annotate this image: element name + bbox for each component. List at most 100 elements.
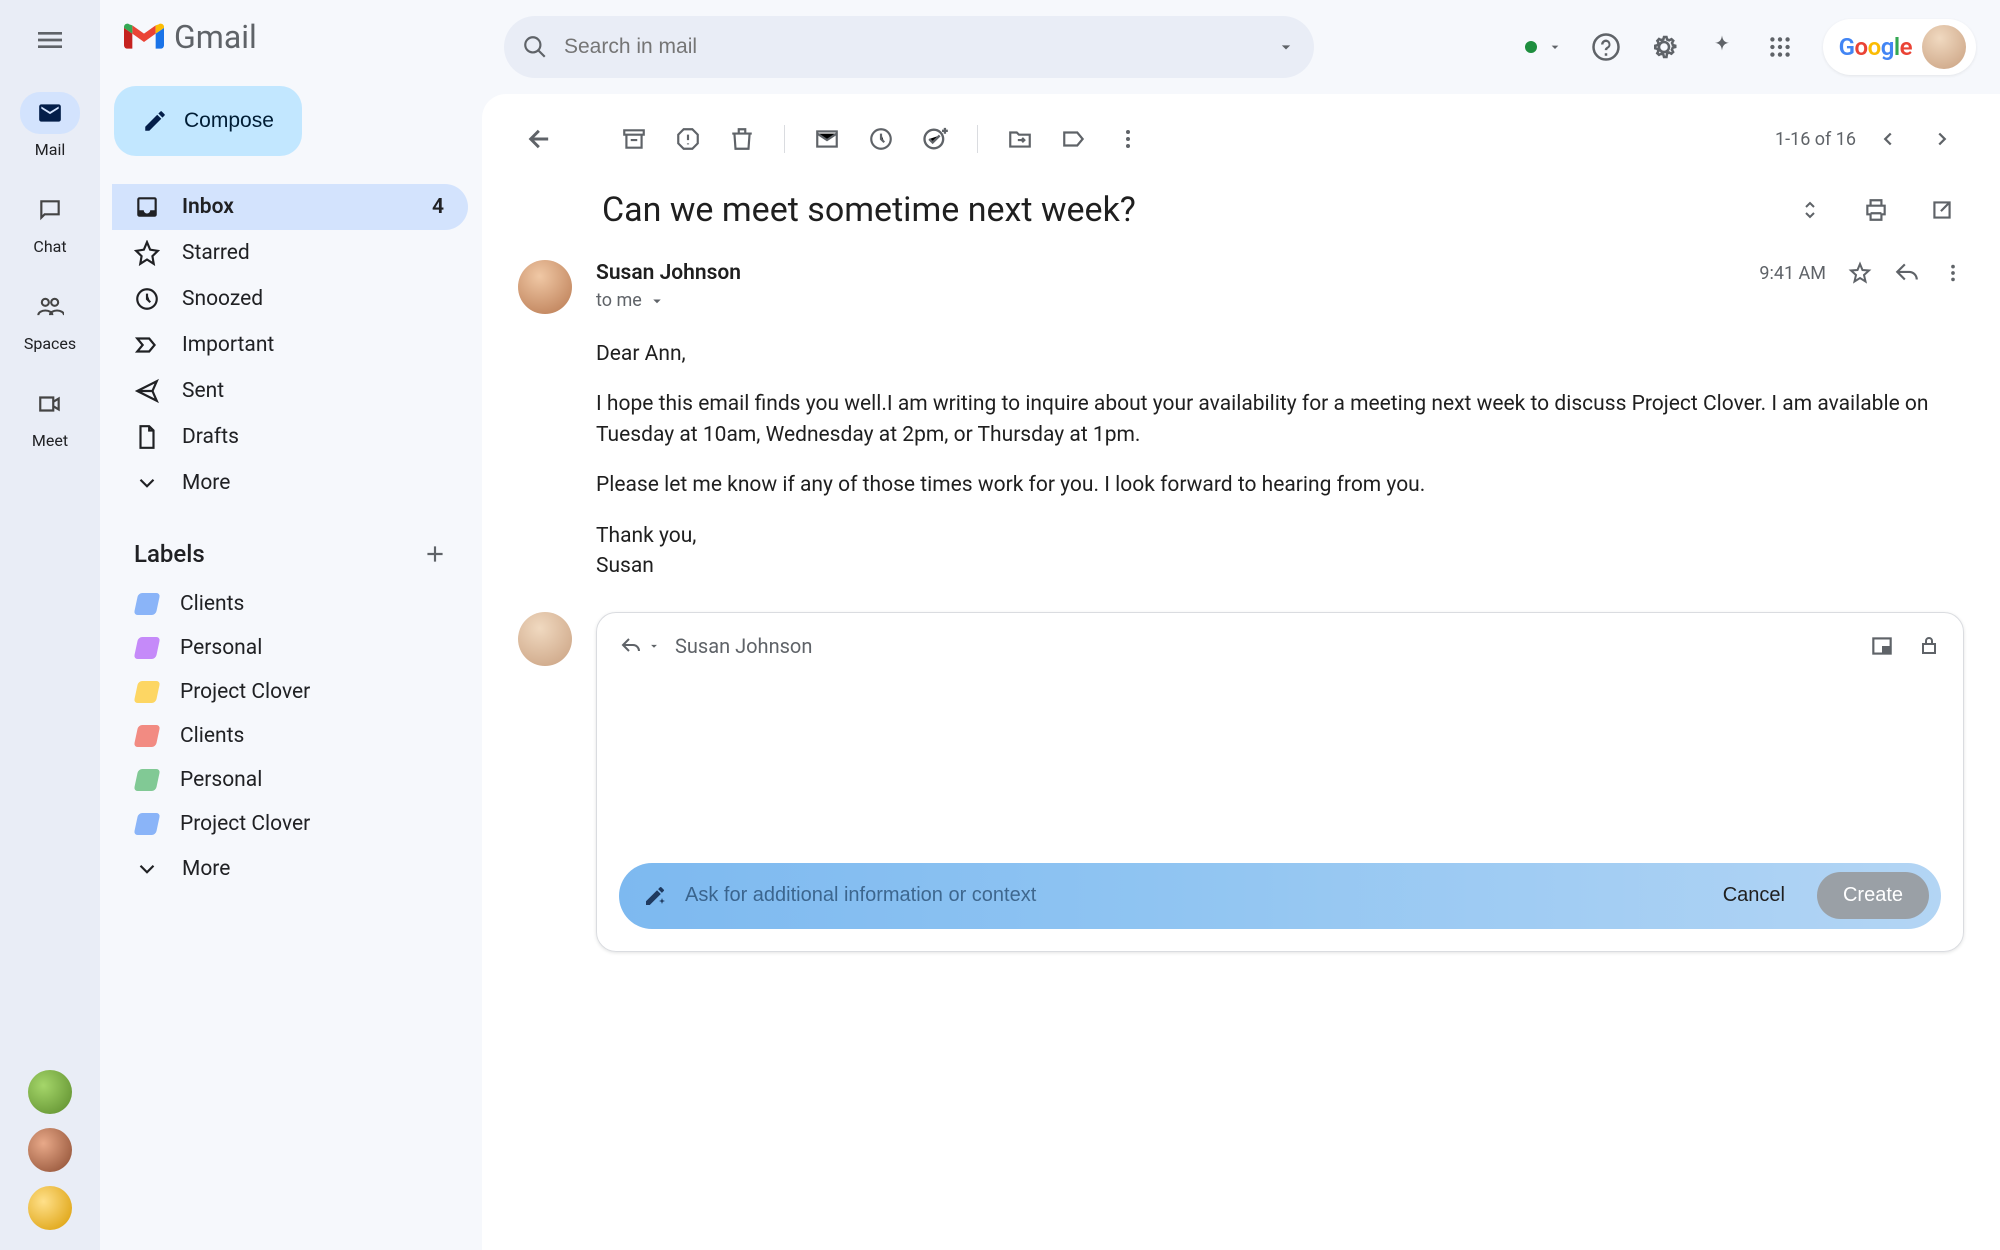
back-button[interactable] bbox=[518, 117, 562, 161]
sidebar-item-starred[interactable]: Starred bbox=[112, 230, 468, 276]
label-item[interactable]: Personal bbox=[112, 626, 468, 670]
label-tag-icon bbox=[134, 681, 161, 703]
clock-icon bbox=[134, 286, 160, 312]
drafts-icon bbox=[134, 424, 160, 450]
search-bar[interactable] bbox=[504, 16, 1314, 78]
rail-item-chat[interactable]: Chat bbox=[20, 189, 80, 256]
main-menu-icon[interactable] bbox=[34, 24, 66, 56]
label-button[interactable] bbox=[1052, 117, 1096, 161]
chat-avatar[interactable] bbox=[28, 1186, 72, 1230]
rail-item-spaces[interactable]: Spaces bbox=[20, 286, 80, 353]
archive-button[interactable] bbox=[612, 117, 656, 161]
star-button[interactable] bbox=[1848, 261, 1872, 285]
expand-button[interactable] bbox=[1788, 188, 1832, 232]
mark-unread-button[interactable] bbox=[805, 117, 849, 161]
apps-button[interactable] bbox=[1765, 32, 1795, 62]
labels-header: Labels bbox=[134, 540, 205, 568]
sidebar-item-inbox[interactable]: Inbox 4 bbox=[112, 184, 468, 230]
add-task-button[interactable] bbox=[913, 117, 957, 161]
chevron-down-icon bbox=[134, 470, 160, 496]
sender-name: Susan Johnson bbox=[596, 261, 741, 285]
prev-page-button[interactable] bbox=[1866, 117, 1910, 161]
rail-item-meet[interactable]: Meet bbox=[20, 383, 80, 450]
sender-avatar[interactable] bbox=[518, 260, 572, 314]
message-more-button[interactable] bbox=[1942, 262, 1964, 284]
label-tag-icon bbox=[134, 769, 161, 791]
nav-label: Inbox bbox=[182, 195, 234, 219]
label-item[interactable]: Personal bbox=[112, 758, 468, 802]
important-icon bbox=[134, 332, 160, 358]
search-icon bbox=[522, 34, 548, 60]
magic-pencil-icon bbox=[643, 884, 667, 908]
pagination-info: 1-16 of 16 bbox=[1775, 129, 1856, 150]
email-subject: Can we meet sometime next week? bbox=[602, 190, 1788, 230]
spam-button[interactable] bbox=[666, 117, 710, 161]
sidebar-item-sent[interactable]: Sent bbox=[112, 368, 468, 414]
arrow-left-icon bbox=[526, 125, 554, 153]
chevron-down-icon bbox=[648, 292, 666, 310]
user-avatar[interactable] bbox=[1922, 25, 1966, 69]
add-label-button[interactable] bbox=[422, 541, 448, 567]
support-button[interactable] bbox=[1591, 32, 1621, 62]
plus-icon bbox=[422, 541, 448, 567]
rail-label: Chat bbox=[33, 237, 66, 256]
ai-prompt-input[interactable] bbox=[685, 884, 1691, 907]
sent-icon bbox=[134, 378, 160, 404]
my-avatar[interactable] bbox=[518, 612, 572, 666]
popout-reply-button[interactable] bbox=[1869, 633, 1895, 659]
rail-item-mail[interactable]: Mail bbox=[20, 92, 80, 159]
sidebar-item-drafts[interactable]: Drafts bbox=[112, 414, 468, 460]
compose-button[interactable]: Compose bbox=[114, 86, 302, 156]
reply-icon bbox=[619, 634, 643, 658]
label-item[interactable]: Clients bbox=[112, 582, 468, 626]
label-tag-icon bbox=[134, 637, 161, 659]
snooze-button[interactable] bbox=[859, 117, 903, 161]
sidebar-item-important[interactable]: Important bbox=[112, 322, 468, 368]
label-item[interactable]: Project Clover bbox=[112, 802, 468, 846]
gemini-button[interactable] bbox=[1707, 32, 1737, 62]
account-chip[interactable]: Google bbox=[1823, 19, 1976, 75]
window-icon bbox=[1869, 633, 1895, 659]
inbox-icon bbox=[134, 194, 160, 220]
label-item[interactable]: Clients bbox=[112, 714, 468, 758]
label-item[interactable]: Project Clover bbox=[112, 670, 468, 714]
status-indicator[interactable] bbox=[1525, 39, 1563, 55]
nav-label: Starred bbox=[182, 241, 250, 265]
label-tag-icon bbox=[134, 593, 161, 615]
ai-cancel-button[interactable]: Cancel bbox=[1709, 884, 1799, 907]
sidebar-item-more[interactable]: More bbox=[112, 460, 468, 506]
reply-composer: Susan Johnson Cancel Create bbox=[596, 612, 1964, 952]
gmail-logo[interactable]: Gmail bbox=[112, 18, 468, 56]
message-body: Dear Ann, I hope this email finds you we… bbox=[596, 339, 1964, 582]
gmail-logo-icon bbox=[124, 21, 164, 53]
chevron-down-icon bbox=[1547, 39, 1563, 55]
pencil-icon bbox=[142, 108, 168, 134]
inbox-count: 4 bbox=[432, 195, 444, 219]
print-button[interactable] bbox=[1854, 188, 1898, 232]
label-name: Clients bbox=[180, 592, 244, 616]
next-page-button[interactable] bbox=[1920, 117, 1964, 161]
print-icon bbox=[1863, 197, 1889, 223]
chat-avatar[interactable] bbox=[28, 1128, 72, 1172]
chat-avatar[interactable] bbox=[28, 1070, 72, 1114]
more-button[interactable] bbox=[1106, 117, 1150, 161]
clock-icon bbox=[868, 126, 894, 152]
confidential-button[interactable] bbox=[1917, 633, 1941, 659]
label-name: More bbox=[182, 857, 230, 881]
settings-button[interactable] bbox=[1649, 32, 1679, 62]
ai-create-button[interactable]: Create bbox=[1817, 872, 1929, 919]
search-input[interactable] bbox=[548, 35, 1276, 59]
move-button[interactable] bbox=[998, 117, 1042, 161]
gear-icon bbox=[1649, 32, 1679, 62]
delete-button[interactable] bbox=[720, 117, 764, 161]
sidebar-item-snoozed[interactable]: Snoozed bbox=[112, 276, 468, 322]
search-options-icon[interactable] bbox=[1276, 37, 1296, 57]
reply-button[interactable] bbox=[1894, 260, 1920, 286]
popout-button[interactable] bbox=[1920, 188, 1964, 232]
folder-move-icon bbox=[1007, 126, 1033, 152]
reply-recipient[interactable]: Susan Johnson bbox=[675, 634, 812, 658]
apps-icon bbox=[1767, 34, 1793, 60]
reply-type-button[interactable] bbox=[619, 634, 661, 658]
label-item[interactable]: More bbox=[112, 846, 468, 892]
recipient-line[interactable]: to me bbox=[596, 290, 1964, 311]
